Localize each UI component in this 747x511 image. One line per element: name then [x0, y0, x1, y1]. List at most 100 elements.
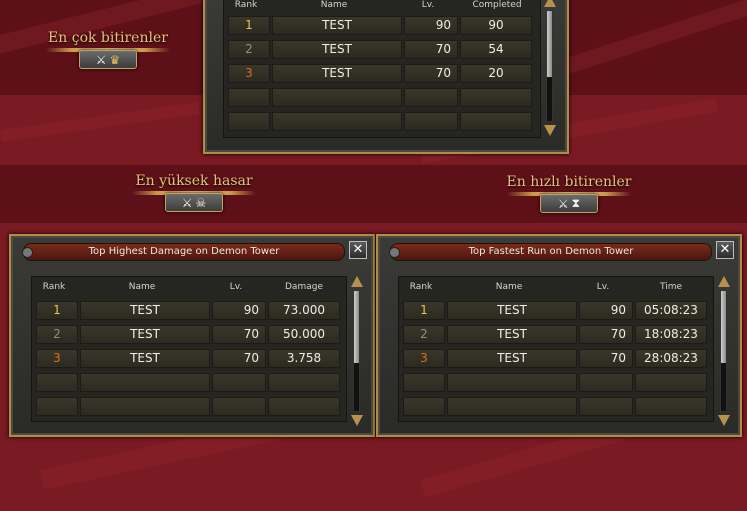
ranking-table: Rank Name Lv. Time 1 TEST 90 05:08:23 2 TEST 7…: [398, 276, 714, 422]
crossed-swords-icon: ⚔: [557, 196, 569, 211]
table-row[interactable]: [227, 111, 533, 132]
name-cell: [447, 397, 577, 416]
close-button[interactable]: ✕: [349, 241, 367, 259]
scroll-thumb[interactable]: [547, 11, 552, 77]
column-header-name: Name: [320, 0, 348, 10]
scroll-thumb[interactable]: [354, 291, 359, 363]
name-cell: TEST: [447, 301, 577, 320]
scroll-thumb[interactable]: [721, 291, 726, 363]
ranking-table: Rank Name Lv. Damage 1 TEST 90 73.000 2 TEST 7…: [31, 276, 347, 422]
value-cell: [635, 397, 707, 416]
scroll-down-arrow-icon[interactable]: [544, 125, 556, 136]
rank-cell: [403, 373, 445, 392]
rank-cell: 2: [403, 325, 445, 344]
rank-cell: 1: [36, 301, 78, 320]
name-cell: TEST: [447, 349, 577, 368]
table-row[interactable]: [35, 396, 341, 417]
value-cell: 50.000: [268, 325, 340, 344]
name-cell: TEST: [80, 349, 210, 368]
ribbon-title: En çok bitirenler: [48, 30, 168, 46]
scrollbar[interactable]: [718, 276, 730, 426]
table-row[interactable]: 1 TEST 90 90: [227, 15, 533, 36]
panel-title: Top Highest Damage on Demon Tower: [88, 246, 280, 257]
table-row[interactable]: 2 TEST 70 18:08:23: [402, 324, 708, 345]
rank-cell: 2: [228, 40, 270, 59]
level-cell: 70: [212, 325, 266, 344]
level-cell: [404, 112, 458, 131]
table-row[interactable]: 1 TEST 90 73.000: [35, 300, 341, 321]
scroll-down-arrow-icon[interactable]: [351, 415, 363, 426]
value-cell: [268, 397, 340, 416]
table-row[interactable]: [35, 372, 341, 393]
value-cell: 28:08:23: [635, 349, 707, 368]
name-cell: TEST: [447, 325, 577, 344]
hourglass-icon: ⧗: [571, 196, 581, 210]
level-cell: [579, 397, 633, 416]
rank-cell: 3: [228, 64, 270, 83]
crown-icon: ♛: [109, 52, 121, 67]
table-row[interactable]: 2 TEST 70 54: [227, 39, 533, 60]
scroll-track[interactable]: [546, 10, 553, 122]
table-row[interactable]: 3 TEST 70 28:08:23: [402, 348, 708, 369]
damage-ranking-panel: Top Highest Damage on Demon Tower ✕ Rank…: [9, 234, 375, 437]
level-cell: [212, 397, 266, 416]
level-cell: 70: [212, 349, 266, 368]
rank-cell: 2: [36, 325, 78, 344]
level-cell: [404, 88, 458, 107]
value-cell: [268, 373, 340, 392]
scroll-up-arrow-icon[interactable]: [544, 0, 556, 7]
name-cell: [80, 373, 210, 392]
name-cell: TEST: [80, 301, 210, 320]
scroll-track[interactable]: [720, 290, 727, 412]
table-row[interactable]: 2 TEST 70 50.000: [35, 324, 341, 345]
ribbon-fastest: En hızlı bitirenler ⚔ ⧗: [494, 174, 644, 213]
completed-badge[interactable]: ⚔ ♛: [79, 50, 137, 69]
rank-cell: 3: [36, 349, 78, 368]
close-button[interactable]: ✕: [716, 241, 734, 259]
table-row[interactable]: 1 TEST 90 05:08:23: [402, 300, 708, 321]
scrollbar[interactable]: [544, 0, 556, 136]
table-row[interactable]: 3 TEST 70 20: [227, 63, 533, 84]
column-header-rank: Rank: [42, 282, 66, 292]
panel-titlebar[interactable]: Top Fastest Run on Demon Tower: [389, 243, 712, 261]
value-cell: 20: [460, 64, 532, 83]
scroll-track[interactable]: [353, 290, 360, 412]
rank-cell: [228, 88, 270, 107]
rank-cell: 1: [403, 301, 445, 320]
rank-cell: 3: [403, 349, 445, 368]
crossed-swords-icon: ⚔: [181, 195, 193, 210]
table-row[interactable]: 3 TEST 70 3.758: [35, 348, 341, 369]
table-row[interactable]: [402, 372, 708, 393]
value-cell: 90: [460, 16, 532, 35]
value-cell: 18:08:23: [635, 325, 707, 344]
column-header-completed: Completed: [472, 0, 522, 10]
scrollbar[interactable]: [351, 276, 363, 426]
value-cell: [635, 373, 707, 392]
ranking-table: Rank Name Lv. Completed 1 TEST 90 90 2 TEST 70…: [223, 0, 541, 138]
rank-cell: [228, 112, 270, 131]
level-cell: 70: [579, 325, 633, 344]
fastest-badge[interactable]: ⚔ ⧗: [540, 194, 598, 213]
completed-ranking-panel: Rank Name Lv. Completed 1 TEST 90 90 2 TEST 70…: [203, 0, 569, 154]
scroll-down-arrow-icon[interactable]: [718, 415, 730, 426]
scroll-up-arrow-icon[interactable]: [718, 276, 730, 287]
scroll-up-arrow-icon[interactable]: [351, 276, 363, 287]
column-header-name: Name: [495, 282, 523, 292]
damage-badge[interactable]: ⚔ ☠: [165, 193, 223, 212]
table-row[interactable]: [402, 396, 708, 417]
column-header-damage: Damage: [285, 282, 323, 292]
level-cell: 90: [404, 16, 458, 35]
panel-titlebar[interactable]: Top Highest Damage on Demon Tower: [22, 243, 345, 261]
name-cell: TEST: [80, 325, 210, 344]
name-cell: [80, 397, 210, 416]
column-header-level: Lv.: [596, 282, 610, 292]
table-header: Rank Name Lv. Completed: [224, 0, 540, 15]
table-header: Rank Name Lv. Damage: [32, 277, 346, 297]
column-header-rank: Rank: [234, 0, 258, 10]
value-cell: 3.758: [268, 349, 340, 368]
value-cell: 54: [460, 40, 532, 59]
rank-cell: 1: [228, 16, 270, 35]
table-row[interactable]: [227, 87, 533, 108]
level-cell: [579, 373, 633, 392]
ribbon-title: En hızlı bitirenler: [506, 174, 632, 190]
